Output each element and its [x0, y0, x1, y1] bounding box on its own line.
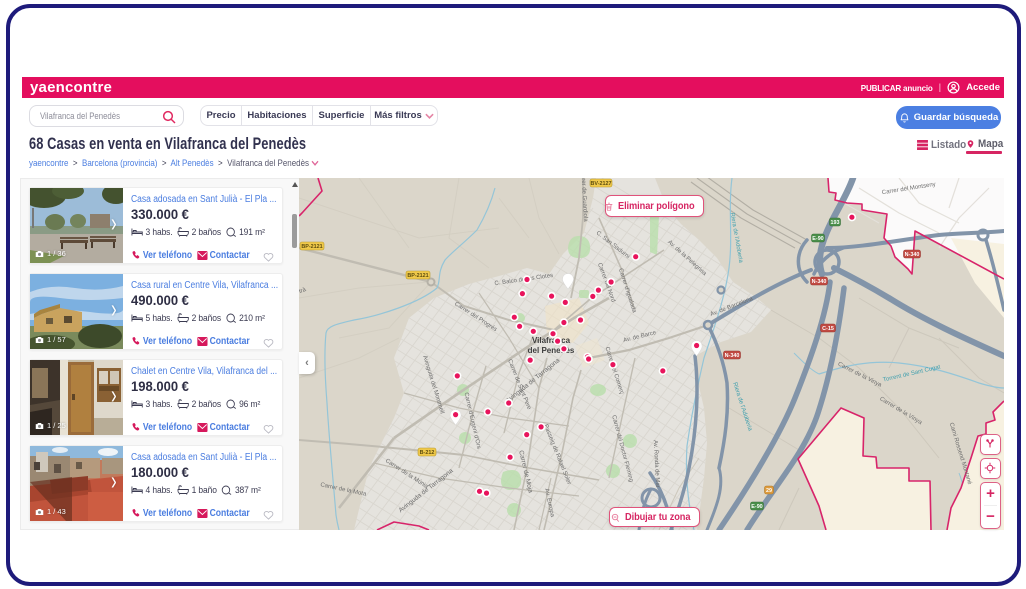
- svg-text:E-90: E-90: [812, 236, 823, 242]
- svg-text:N-340: N-340: [905, 252, 920, 258]
- svg-text:BP-2121: BP-2121: [407, 273, 428, 279]
- svg-text:N-340: N-340: [812, 279, 827, 285]
- svg-text:BP-2121: BP-2121: [301, 244, 322, 250]
- svg-text:193: 193: [831, 220, 840, 226]
- svg-text:BV-2127: BV-2127: [591, 181, 612, 187]
- svg-text:E-90: E-90: [751, 504, 762, 510]
- svg-text:C-15: C-15: [822, 326, 834, 332]
- svg-text:29: 29: [766, 488, 772, 494]
- svg-text:B-212: B-212: [420, 450, 435, 456]
- svg-text:N-340: N-340: [725, 353, 740, 359]
